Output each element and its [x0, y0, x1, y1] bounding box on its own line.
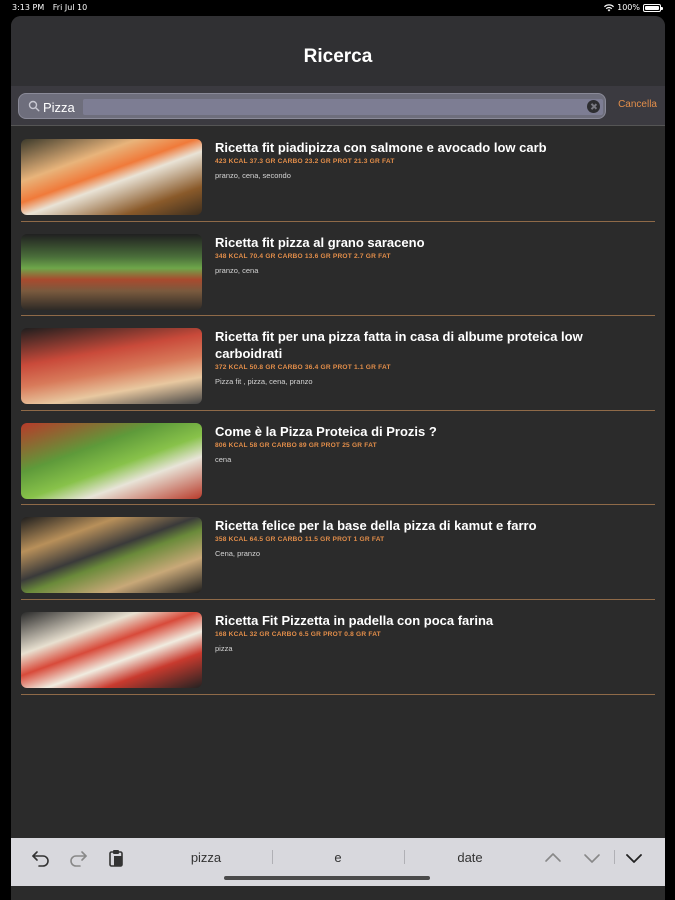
- recipe-title: Ricetta felice per la base della pizza d…: [215, 518, 537, 534]
- recipe-thumbnail: [21, 422, 202, 499]
- app-window: Ricerca Cancella Ricetta fit piadipizza …: [11, 16, 665, 900]
- status-time: 3:13 PM: [12, 3, 45, 12]
- recipe-tags: cena: [215, 454, 232, 464]
- recipe-macros: 423 KCAL 37.3 GR CARBO 23.2 GR PROT 21.3…: [215, 158, 395, 165]
- list-item[interactable]: Ricetta fit piadipizza con salmone e avo…: [21, 127, 655, 222]
- chevron-up-icon[interactable]: [543, 848, 563, 868]
- recipe-tags: Cena, pranzo: [215, 549, 261, 559]
- recipe-macros: 348 KCAL 70.4 GR CARBO 13.6 GR PROT 2.7 …: [215, 252, 391, 260]
- battery-icon: [643, 3, 663, 12]
- recipe-macros: 806 KCAL 58 GR CARBO 89 GR PROT 25 GR FA…: [215, 441, 377, 449]
- recipe-title: Ricetta fit per una pizza fatta in casa …: [215, 329, 583, 362]
- recipe-tags: pranzo, cena: [215, 265, 259, 275]
- recipe-thumbnail: [21, 139, 202, 215]
- recipe-thumbnail: [21, 233, 202, 310]
- wifi-icon: [604, 3, 615, 11]
- status-right: 100%: [604, 3, 663, 12]
- undo-icon[interactable]: [31, 848, 51, 868]
- suggestion-pizza[interactable]: pizza: [166, 850, 246, 865]
- list-item[interactable]: Ricetta Fit Pizzetta in padella con poca…: [21, 600, 655, 695]
- search-input[interactable]: [43, 97, 573, 117]
- recipe-macros: 372 KCAL 50.8 GR CARBO 36.4 GR PROT 1.1 …: [215, 364, 391, 372]
- list-item[interactable]: Ricetta fit per una pizza fatta in casa …: [21, 316, 655, 411]
- paste-icon[interactable]: [106, 848, 126, 868]
- recipe-tags: Pizza fit , pizza, cena, pranzo: [215, 377, 313, 387]
- list-item[interactable]: Ricetta fit pizza al grano saraceno 348 …: [21, 222, 655, 317]
- recipe-tags: pizza: [215, 643, 233, 653]
- chevron-down-icon[interactable]: [582, 848, 602, 868]
- page-title: Ricerca: [303, 46, 373, 67]
- recipe-title: Ricetta Fit Pizzetta in padella con poca…: [215, 612, 494, 628]
- search-bar: Cancella: [11, 86, 665, 126]
- recipe-title: Ricetta fit pizza al grano saraceno: [215, 234, 425, 250]
- recipe-tags: pranzo, cena, secondo: [215, 171, 291, 180]
- navigation-bar: Ricerca: [11, 16, 665, 86]
- list-item[interactable]: Come è la Pizza Proteica di Prozis ? 806…: [21, 411, 655, 506]
- suggestion-e[interactable]: e: [298, 850, 378, 865]
- list-item[interactable]: Ricetta felice per la base della pizza d…: [21, 505, 655, 600]
- toolbar-separator: [614, 850, 615, 864]
- recipe-thumbnail: [21, 328, 202, 405]
- recipe-thumbnail: [21, 517, 202, 594]
- search-field[interactable]: [18, 93, 606, 119]
- status-left: 3:13 PM Fri Jul 10: [12, 3, 93, 12]
- recipe-thumbnail: [21, 611, 202, 688]
- recipe-macros: 358 KCAL 64.5 GR CARBO 11.5 GR PROT 1 GR…: [215, 536, 385, 544]
- results-list: Ricetta fit piadipizza con salmone e avo…: [21, 127, 655, 695]
- suggestion-separator: [404, 850, 405, 864]
- battery-percent: 100%: [617, 3, 640, 12]
- recipe-title: Come è la Pizza Proteica di Prozis ?: [215, 423, 437, 439]
- suggestion-separator: [272, 850, 273, 864]
- redo-icon[interactable]: [68, 848, 88, 868]
- suggestion-date[interactable]: date: [430, 850, 510, 865]
- status-date: Fri Jul 10: [52, 3, 88, 12]
- home-indicator[interactable]: [224, 876, 430, 880]
- recipe-macros: 168 KCAL 32 GR CARBO 6.5 GR PROT 0.8 GR …: [215, 630, 381, 638]
- recipe-title: Ricetta fit piadipizza con salmone e avo…: [215, 140, 547, 155]
- clear-search-icon[interactable]: [587, 100, 600, 113]
- keyboard-dismiss-icon[interactable]: [624, 848, 644, 868]
- status-bar: 3:13 PM Fri Jul 10 100%: [0, 0, 675, 16]
- cancel-button[interactable]: Cancella: [618, 99, 657, 110]
- search-icon: [28, 100, 40, 112]
